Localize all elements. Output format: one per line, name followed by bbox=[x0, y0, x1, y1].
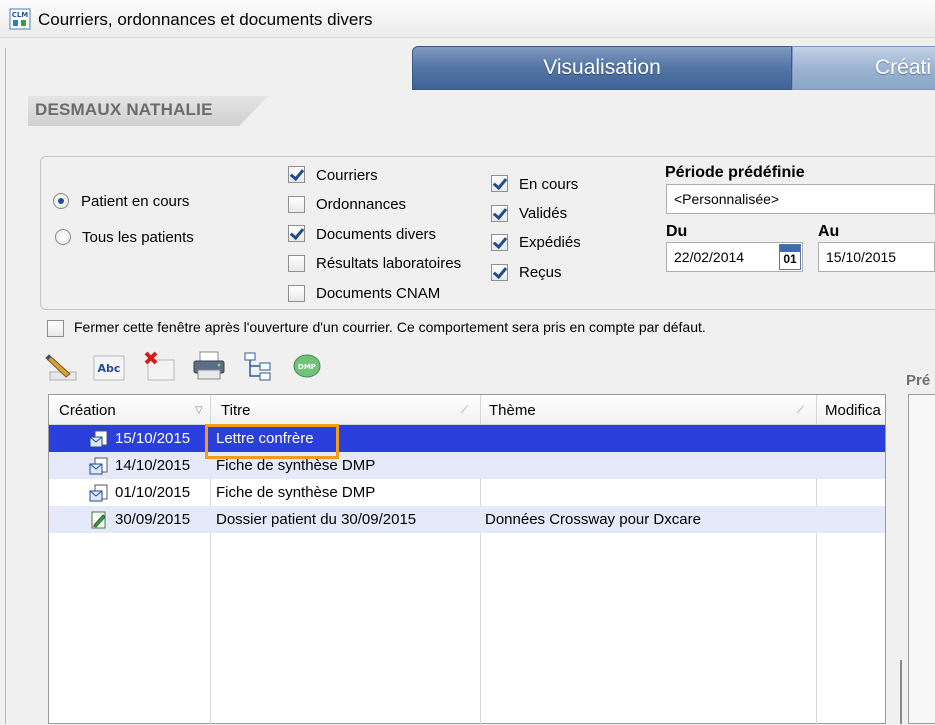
cell-title: Fiche de synthèse DMP bbox=[216, 484, 376, 501]
checkbox-close-after-open[interactable] bbox=[47, 320, 64, 337]
checkbox-ordonnances[interactable] bbox=[288, 196, 305, 213]
window-titlebar: CLM Courriers, ordonnances et documents … bbox=[0, 0, 935, 38]
checkbox-en-cours[interactable] bbox=[491, 175, 508, 192]
column-header-modification[interactable]: Modifica bbox=[825, 402, 881, 419]
window-title: Courriers, ordonnances et documents dive… bbox=[38, 10, 373, 29]
checkbox-label-documents-cnam: Documents CNAM bbox=[316, 285, 441, 302]
clm-app-icon: CLM bbox=[9, 8, 31, 30]
checkbox-label-documents-divers: Documents divers bbox=[316, 226, 437, 243]
radio-label-tous-les-patients: Tous les patients bbox=[82, 229, 194, 246]
table-row[interactable]: 14/10/2015 Fiche de synthèse DMP bbox=[49, 452, 885, 479]
cell-date: 01/10/2015 bbox=[115, 484, 191, 501]
cell-title: Dossier patient du 30/09/2015 bbox=[216, 511, 417, 528]
dmp-icon-text: DMP bbox=[298, 363, 316, 371]
tab-visualisation[interactable]: Visualisation bbox=[412, 46, 792, 90]
sort-desc-icon: ▽ bbox=[195, 405, 203, 416]
column-resize-icon: ⟋ bbox=[461, 405, 468, 416]
cell-date: 15/10/2015 bbox=[115, 430, 191, 447]
calendar-icon[interactable]: 01 bbox=[779, 244, 801, 270]
checkbox-recus[interactable] bbox=[491, 264, 508, 281]
period-dropdown[interactable]: <Personnalisée> bbox=[666, 184, 935, 214]
grid-header: Création ▽ Titre ⟋ Thème ⟋ Modifica bbox=[49, 395, 885, 425]
preview-splitter[interactable] bbox=[900, 660, 902, 724]
checkbox-documents-cnam[interactable] bbox=[288, 285, 305, 302]
radio-patient-en-cours[interactable] bbox=[53, 193, 69, 209]
to-date-label: Au bbox=[818, 223, 840, 240]
tree-structure-icon[interactable] bbox=[242, 350, 276, 382]
preview-panel bbox=[908, 394, 935, 724]
checkbox-label-en-cours: En cours bbox=[519, 176, 579, 193]
abc-icon-text: Abc bbox=[98, 362, 121, 375]
radio-tous-les-patients[interactable] bbox=[55, 229, 71, 245]
period-label: Période prédéfinie bbox=[665, 164, 805, 181]
spellcheck-abc-icon[interactable]: Abc bbox=[92, 350, 126, 382]
letter-icon bbox=[89, 484, 108, 502]
column-header-theme[interactable]: Thème bbox=[489, 402, 536, 419]
calendar-icon-text: 01 bbox=[783, 252, 797, 266]
checkbox-label-ordonnances: Ordonnances bbox=[316, 196, 407, 213]
delete-icon[interactable] bbox=[142, 350, 176, 382]
letter-icon bbox=[89, 457, 108, 475]
print-icon[interactable] bbox=[192, 350, 226, 382]
checkbox-resultats-laboratoires[interactable] bbox=[288, 255, 305, 272]
checkbox-courriers[interactable] bbox=[288, 166, 305, 183]
table-row[interactable]: 15/10/2015 Lettre confrère bbox=[49, 425, 885, 452]
radio-label-patient-en-cours: Patient en cours bbox=[81, 193, 190, 210]
documents-grid: Création ▽ Titre ⟋ Thème ⟋ Modifica 15/1… bbox=[48, 394, 886, 725]
document-pen-icon bbox=[91, 511, 106, 529]
window-left-border bbox=[5, 48, 6, 724]
checkbox-label-resultats-laboratoires: Résultats laboratoires bbox=[316, 255, 462, 272]
preview-label: Pré bbox=[906, 372, 931, 389]
column-header-creation[interactable]: Création bbox=[59, 402, 116, 419]
cell-title: Lettre confrère bbox=[216, 430, 314, 447]
from-date-label: Du bbox=[666, 223, 688, 240]
letter-icon bbox=[89, 430, 108, 448]
table-row[interactable]: 01/10/2015 Fiche de synthèse DMP bbox=[49, 479, 885, 506]
cell-date: 14/10/2015 bbox=[115, 457, 191, 474]
table-row[interactable]: 30/09/2015 Dossier patient du 30/09/2015… bbox=[49, 506, 885, 533]
checkbox-valides[interactable] bbox=[491, 205, 508, 222]
edit-pencil-icon[interactable] bbox=[44, 350, 78, 382]
tab-creation[interactable]: Créati bbox=[792, 46, 935, 90]
close-after-open-label: Fermer cette fenêtre après l'ouverture d… bbox=[74, 319, 706, 335]
cell-title: Fiche de synthèse DMP bbox=[216, 457, 376, 474]
checkbox-label-expedies: Expédiés bbox=[519, 234, 581, 251]
svg-text:CLM: CLM bbox=[12, 11, 29, 19]
checkbox-label-valides: Validés bbox=[519, 205, 568, 222]
column-resize-icon: ⟋ bbox=[797, 405, 804, 416]
cell-theme: Données Crossway pour Dxcare bbox=[485, 511, 701, 528]
cell-date: 30/09/2015 bbox=[115, 511, 191, 528]
checkbox-expedies[interactable] bbox=[491, 234, 508, 251]
column-header-titre[interactable]: Titre bbox=[221, 402, 250, 419]
checkbox-label-recus: Reçus bbox=[519, 264, 562, 281]
dmp-icon[interactable]: DMP bbox=[291, 350, 325, 382]
checkbox-label-courriers: Courriers bbox=[316, 167, 378, 184]
checkbox-documents-divers[interactable] bbox=[288, 225, 305, 242]
patient-name: DESMAUX NATHALIE bbox=[35, 100, 213, 119]
to-date-input[interactable]: 15/10/2015 bbox=[818, 242, 935, 272]
